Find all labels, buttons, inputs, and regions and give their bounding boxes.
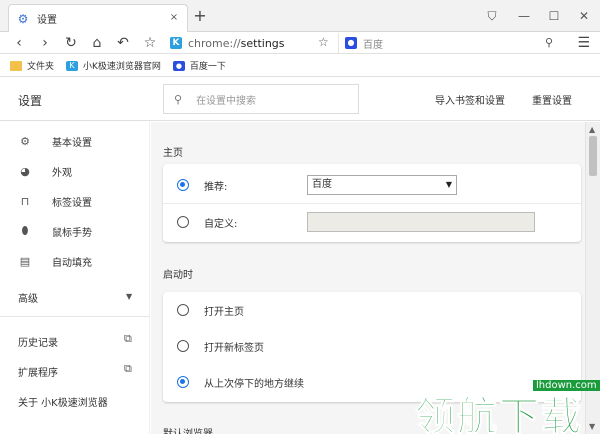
homepage-section-title: 主页	[163, 148, 183, 159]
default-browser-section-title: 默认浏览器	[163, 425, 213, 434]
bookmark-k-site[interactable]: K 小K极速浏览器官网	[66, 59, 161, 72]
sidebar-item-appearance[interactable]: ◕ 外观	[18, 162, 72, 180]
custom-radio[interactable]	[177, 216, 189, 228]
search-engine-box[interactable]: ● 百度 ⚲	[338, 33, 563, 53]
url-path: settings	[240, 36, 285, 50]
toolbar: ‹ › ↻ ⌂ ↶ ☆ K chrome://settings ☆ ● 百度 ⚲…	[0, 32, 600, 54]
watermark-text: 领航下载	[415, 394, 583, 434]
homepage-custom-row: 自定义:	[163, 204, 581, 240]
settings-header: 设置 ⚲ 在设置中搜索 导入书签和设置 重置设置	[0, 78, 600, 121]
k-logo-icon: K	[170, 37, 182, 49]
extension-icon[interactable]: ⛉	[484, 8, 500, 24]
external-link-icon: ⧉	[124, 362, 132, 375]
dropdown-arrow-icon: ▼	[445, 180, 452, 189]
gear-icon: ⚙	[20, 134, 30, 148]
bookmark-folder[interactable]: 文件夹	[10, 59, 54, 72]
bookmarks-bar: 文件夹 K 小K极速浏览器官网 ● 百度一下	[0, 55, 600, 77]
settings-search-input[interactable]: ⚲ 在设置中搜索	[163, 84, 359, 114]
sidebar-item-tabs[interactable]: ⊓ 标签设置	[18, 192, 92, 210]
sidebar-item-history[interactable]: 历史记录 ⧉	[18, 332, 142, 350]
palette-icon: ◕	[20, 164, 30, 178]
external-link-icon: ⧉	[124, 332, 132, 345]
tab-strip: ⚙ 设置 × + ⛉ — ☐ ✕	[0, 0, 600, 32]
baidu-paw-icon: ●	[345, 37, 357, 49]
import-bookmarks-link[interactable]: 导入书签和设置	[435, 92, 505, 107]
watermark: lhdown.com 领航下载	[415, 380, 600, 434]
tab-icon: ⊓	[20, 194, 30, 208]
undo-button[interactable]: ↶	[114, 34, 132, 52]
tab-title: 设置	[37, 15, 57, 26]
bookmark-star-button[interactable]: ☆	[141, 34, 159, 52]
page-title: 设置	[18, 94, 43, 108]
bookmark-baidu[interactable]: ● 百度一下	[172, 59, 226, 72]
close-window-button[interactable]: ✕	[576, 8, 592, 24]
minimize-button[interactable]: —	[516, 8, 532, 24]
new-tab-button[interactable]: +	[192, 8, 208, 24]
search-engine-label: 百度	[363, 39, 383, 51]
folder-icon	[10, 60, 22, 71]
baidu-paw-icon: ●	[172, 60, 185, 71]
k-logo-icon: K	[66, 60, 79, 71]
tab-close-icon[interactable]: ×	[167, 11, 181, 25]
maximize-button[interactable]: ☐	[546, 8, 562, 24]
clipboard-icon: ▤	[19, 254, 31, 268]
url-scheme: chrome://	[188, 36, 241, 50]
scroll-thumb[interactable]	[589, 136, 597, 176]
scroll-up-icon[interactable]: ▲	[589, 125, 595, 134]
back-button[interactable]: ‹	[10, 34, 28, 52]
sidebar-item-autofill[interactable]: ▤ 自动填充	[18, 252, 92, 270]
startup-section-title: 启动时	[163, 270, 193, 281]
startup-radio-newtab[interactable]	[177, 340, 189, 352]
menu-icon[interactable]: ☰	[577, 35, 590, 51]
startup-radio-homepage[interactable]	[177, 304, 189, 316]
mouse-icon: ⬮	[21, 224, 29, 237]
caret-down-icon: ▼	[126, 292, 133, 301]
search-icon: ⚲	[174, 92, 183, 106]
home-button[interactable]: ⌂	[88, 34, 106, 52]
homepage-select[interactable]: 百度 ▼	[307, 175, 457, 195]
reload-button[interactable]: ↻	[62, 34, 80, 52]
sidebar-divider	[0, 316, 150, 317]
custom-homepage-input[interactable]	[307, 212, 535, 232]
recommended-radio[interactable]	[177, 179, 189, 191]
address-bar[interactable]: K chrome://settings	[170, 33, 335, 53]
homepage-recommended-row: 推荐: 百度 ▼	[163, 167, 581, 203]
startup-radio-continue[interactable]	[177, 376, 189, 388]
search-icon[interactable]: ⚲	[545, 36, 553, 49]
startup-option-newtab[interactable]: 打开新标签页	[163, 328, 581, 364]
sidebar-item-mouse-gestures[interactable]: ⬮ 鼠标手势	[18, 222, 92, 240]
star-icon[interactable]: ☆	[318, 35, 329, 49]
sidebar-item-advanced[interactable]: 高级 ▼	[18, 288, 142, 306]
homepage-card: 推荐: 百度 ▼ 自定义:	[163, 164, 581, 242]
sidebar: ⚙ 基本设置 ◕ 外观 ⊓ 标签设置 ⬮ 鼠标手势 ▤ 自动填充 高级 ▼ 历史…	[0, 122, 150, 434]
search-placeholder: 在设置中搜索	[196, 95, 257, 107]
startup-option-homepage[interactable]: 打开主页	[163, 292, 581, 328]
sidebar-item-basic[interactable]: ⚙ 基本设置	[18, 132, 92, 150]
gear-icon: ⚙	[17, 11, 29, 26]
forward-button[interactable]: ›	[36, 34, 54, 52]
sidebar-item-about[interactable]: 关于 小K极速浏览器	[18, 392, 108, 410]
sidebar-item-extensions[interactable]: 扩展程序 ⧉	[18, 362, 142, 380]
reset-settings-link[interactable]: 重置设置	[532, 92, 572, 107]
url-text[interactable]: chrome://settings	[188, 37, 285, 50]
tab-settings[interactable]: ⚙ 设置 ×	[8, 4, 188, 32]
